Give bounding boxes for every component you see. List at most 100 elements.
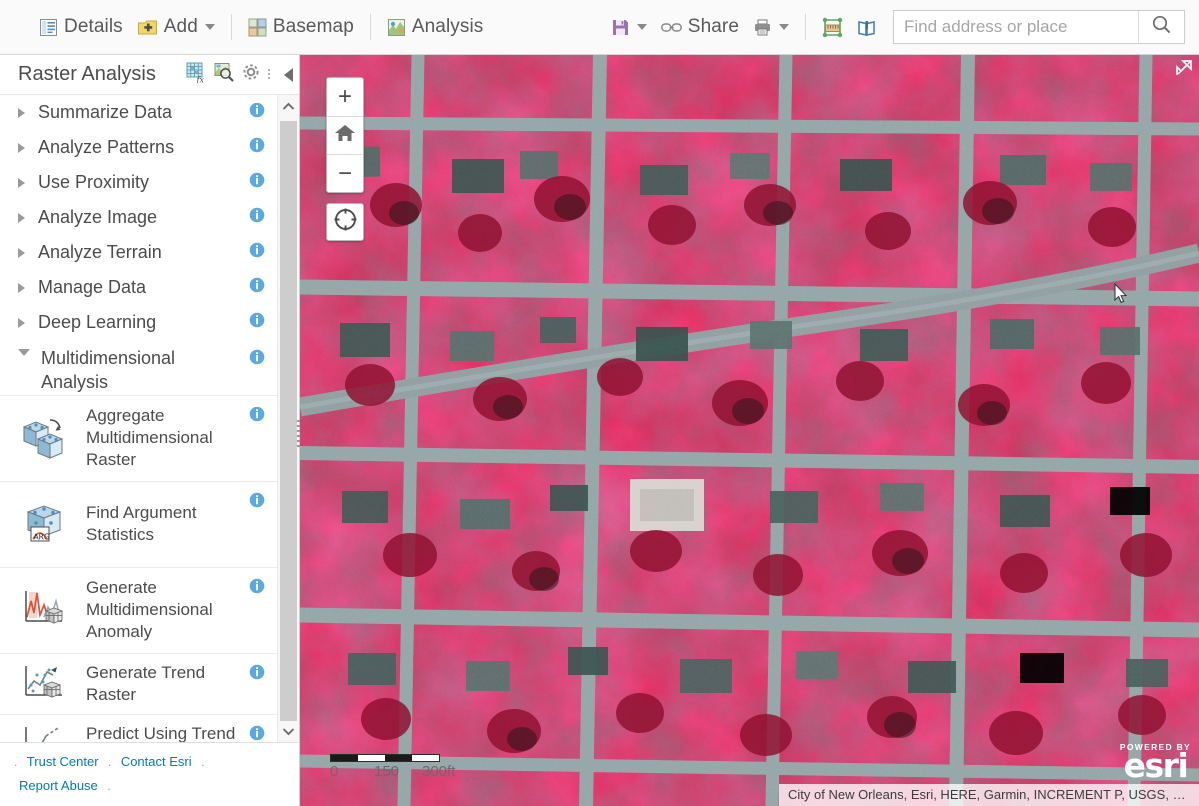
basemap-button[interactable]: Basemap bbox=[241, 9, 361, 45]
raster-search-icon[interactable] bbox=[214, 62, 234, 87]
tool-label: Aggregate Multidimensional Raster bbox=[86, 406, 213, 469]
info-icon[interactable] bbox=[249, 172, 265, 193]
category-deep-learning[interactable]: Deep Learning bbox=[0, 305, 277, 340]
report-abuse-link[interactable]: Report Abuse bbox=[19, 778, 98, 793]
info-icon[interactable] bbox=[249, 312, 265, 333]
chevron-right-icon bbox=[18, 142, 25, 153]
tool-generate-trend-raster[interactable]: Generate Trend Raster bbox=[0, 652, 277, 714]
chevron-down-icon-save[interactable] bbox=[636, 24, 647, 30]
share-button[interactable]: Share bbox=[654, 9, 746, 45]
trust-center-link[interactable]: Trust Center bbox=[27, 754, 99, 769]
info-icon[interactable] bbox=[249, 137, 265, 158]
arcgis-map-viewer: Details Add Basemap Analysis Share Find … bbox=[0, 0, 1199, 806]
contact-esri-link[interactable]: Contact Esri bbox=[121, 754, 192, 769]
analysis-button[interactable]: Analysis bbox=[380, 9, 491, 45]
locate-crosshair-icon bbox=[333, 207, 358, 237]
category-analyze-image[interactable]: Analyze Image bbox=[0, 200, 277, 235]
print-button[interactable] bbox=[746, 9, 796, 45]
chevron-down-icon-print[interactable] bbox=[779, 24, 789, 30]
search-box[interactable] bbox=[893, 10, 1185, 44]
panel-drag-dots[interactable] bbox=[268, 68, 270, 81]
category-label: Deep Learning bbox=[38, 311, 157, 332]
panel-scrollbar[interactable] bbox=[277, 95, 299, 742]
info-icon[interactable] bbox=[249, 277, 265, 298]
category-label: Analyze Image bbox=[38, 206, 158, 227]
search-icon bbox=[1151, 14, 1172, 40]
panel-scroll-area: Summarize Data Analyze Patterns Use Prox… bbox=[0, 95, 277, 742]
category-multidimensional-analysis[interactable]: Multidimensional Analysis bbox=[0, 340, 277, 395]
scroll-down-button[interactable] bbox=[278, 720, 299, 742]
raster-function-icon[interactable]: fx bbox=[186, 62, 207, 88]
info-icon[interactable] bbox=[249, 242, 265, 263]
search-input[interactable] bbox=[894, 11, 1138, 43]
tool-predict-using-trend-raster[interactable]: Predict Using Trend Raster bbox=[0, 713, 277, 743]
details-button[interactable]: Details bbox=[32, 9, 130, 45]
top-toolbar: Details Add Basemap Analysis Share Find … bbox=[0, 0, 1199, 55]
info-icon[interactable] bbox=[249, 664, 265, 685]
info-icon[interactable] bbox=[249, 406, 265, 427]
settings-gear-icon[interactable] bbox=[241, 62, 261, 87]
basemap-icon bbox=[248, 18, 267, 37]
chevron-right-icon bbox=[18, 107, 25, 118]
chevron-down-icon[interactable] bbox=[204, 24, 215, 30]
svg-text:ARG: ARG bbox=[34, 533, 50, 542]
search-button[interactable] bbox=[1138, 11, 1184, 43]
print-icon bbox=[753, 18, 772, 37]
mouse-cursor bbox=[1114, 282, 1128, 309]
category-analyze-terrain[interactable]: Analyze Terrain bbox=[0, 235, 277, 270]
tool-label: Find Argument Statistics bbox=[86, 503, 197, 544]
expand-map-button[interactable] bbox=[1175, 59, 1195, 79]
bookmarks-button[interactable] bbox=[850, 9, 883, 45]
add-button[interactable]: Add bbox=[130, 9, 222, 45]
tool-generate-multidimensional-anomaly[interactable]: Generate Multidimensional Anomaly bbox=[0, 566, 277, 653]
zoom-out-button[interactable]: − bbox=[327, 154, 363, 192]
scale-label-150: 150 bbox=[374, 763, 400, 780]
predict-trend-icon bbox=[20, 723, 68, 742]
map-canvas[interactable]: + − 0 150 300ft POWERED BY esri City of … bbox=[300, 55, 1199, 806]
panel-footer: . Trust Center . Contact Esri . Report A… bbox=[0, 742, 299, 806]
panel-resize-handle[interactable] bbox=[294, 420, 302, 448]
info-icon[interactable] bbox=[249, 349, 265, 370]
info-icon[interactable] bbox=[249, 578, 265, 599]
footer-separator: . bbox=[107, 779, 111, 793]
info-icon[interactable] bbox=[249, 207, 265, 228]
category-manage-data[interactable]: Manage Data bbox=[0, 270, 277, 305]
zoom-in-button[interactable]: + bbox=[327, 78, 363, 116]
page-title: Raster Analysis bbox=[18, 63, 156, 85]
argument-statistics-icon: ARG bbox=[20, 501, 68, 547]
category-use-proximity[interactable]: Use Proximity bbox=[0, 165, 277, 200]
chevron-right-icon bbox=[18, 177, 25, 188]
zoom-controls: + − bbox=[326, 77, 364, 193]
info-icon[interactable] bbox=[249, 492, 265, 513]
tool-aggregate-multidimensional-raster[interactable]: Aggregate Multidimensional Raster bbox=[0, 394, 277, 481]
locate-button[interactable] bbox=[326, 203, 364, 241]
expand-map-icon bbox=[1175, 60, 1193, 81]
measure-icon bbox=[822, 17, 843, 38]
panel-header-icons: fx bbox=[186, 62, 293, 88]
category-analyze-patterns[interactable]: Analyze Patterns bbox=[0, 130, 277, 165]
footer-separator: . bbox=[14, 755, 18, 769]
save-button[interactable] bbox=[604, 9, 654, 45]
chevron-right-icon bbox=[18, 317, 25, 328]
scale-bar: 0 150 300ft bbox=[330, 754, 455, 780]
measure-button[interactable] bbox=[815, 9, 850, 45]
scroll-up-button[interactable] bbox=[278, 95, 299, 117]
scale-bar-graphic bbox=[330, 754, 440, 762]
footer-separator: . bbox=[108, 755, 112, 769]
scale-label-0: 0 bbox=[330, 763, 339, 780]
category-label: Use Proximity bbox=[38, 171, 150, 192]
info-icon[interactable] bbox=[249, 102, 265, 123]
category-summarize-data[interactable]: Summarize Data bbox=[0, 95, 277, 130]
home-button[interactable] bbox=[327, 116, 363, 154]
anomaly-chart-icon bbox=[20, 587, 68, 633]
info-icon[interactable] bbox=[249, 725, 265, 743]
toolbar-right-group: Share bbox=[604, 9, 1199, 45]
toolbar-divider-3 bbox=[805, 14, 806, 40]
category-label: Multidimensional Analysis bbox=[41, 348, 176, 392]
collapse-left-icon[interactable] bbox=[284, 67, 293, 82]
share-icon bbox=[660, 21, 682, 34]
scale-bar-labels: 0 150 300ft bbox=[330, 763, 455, 780]
tool-find-argument-statistics[interactable]: ARG Find Argument Statistics bbox=[0, 480, 277, 567]
tool-label: Generate Multidimensional Anomaly bbox=[86, 578, 213, 641]
raster-analysis-panel: Raster Analysis fx Summarize Data Analyz… bbox=[0, 55, 300, 806]
